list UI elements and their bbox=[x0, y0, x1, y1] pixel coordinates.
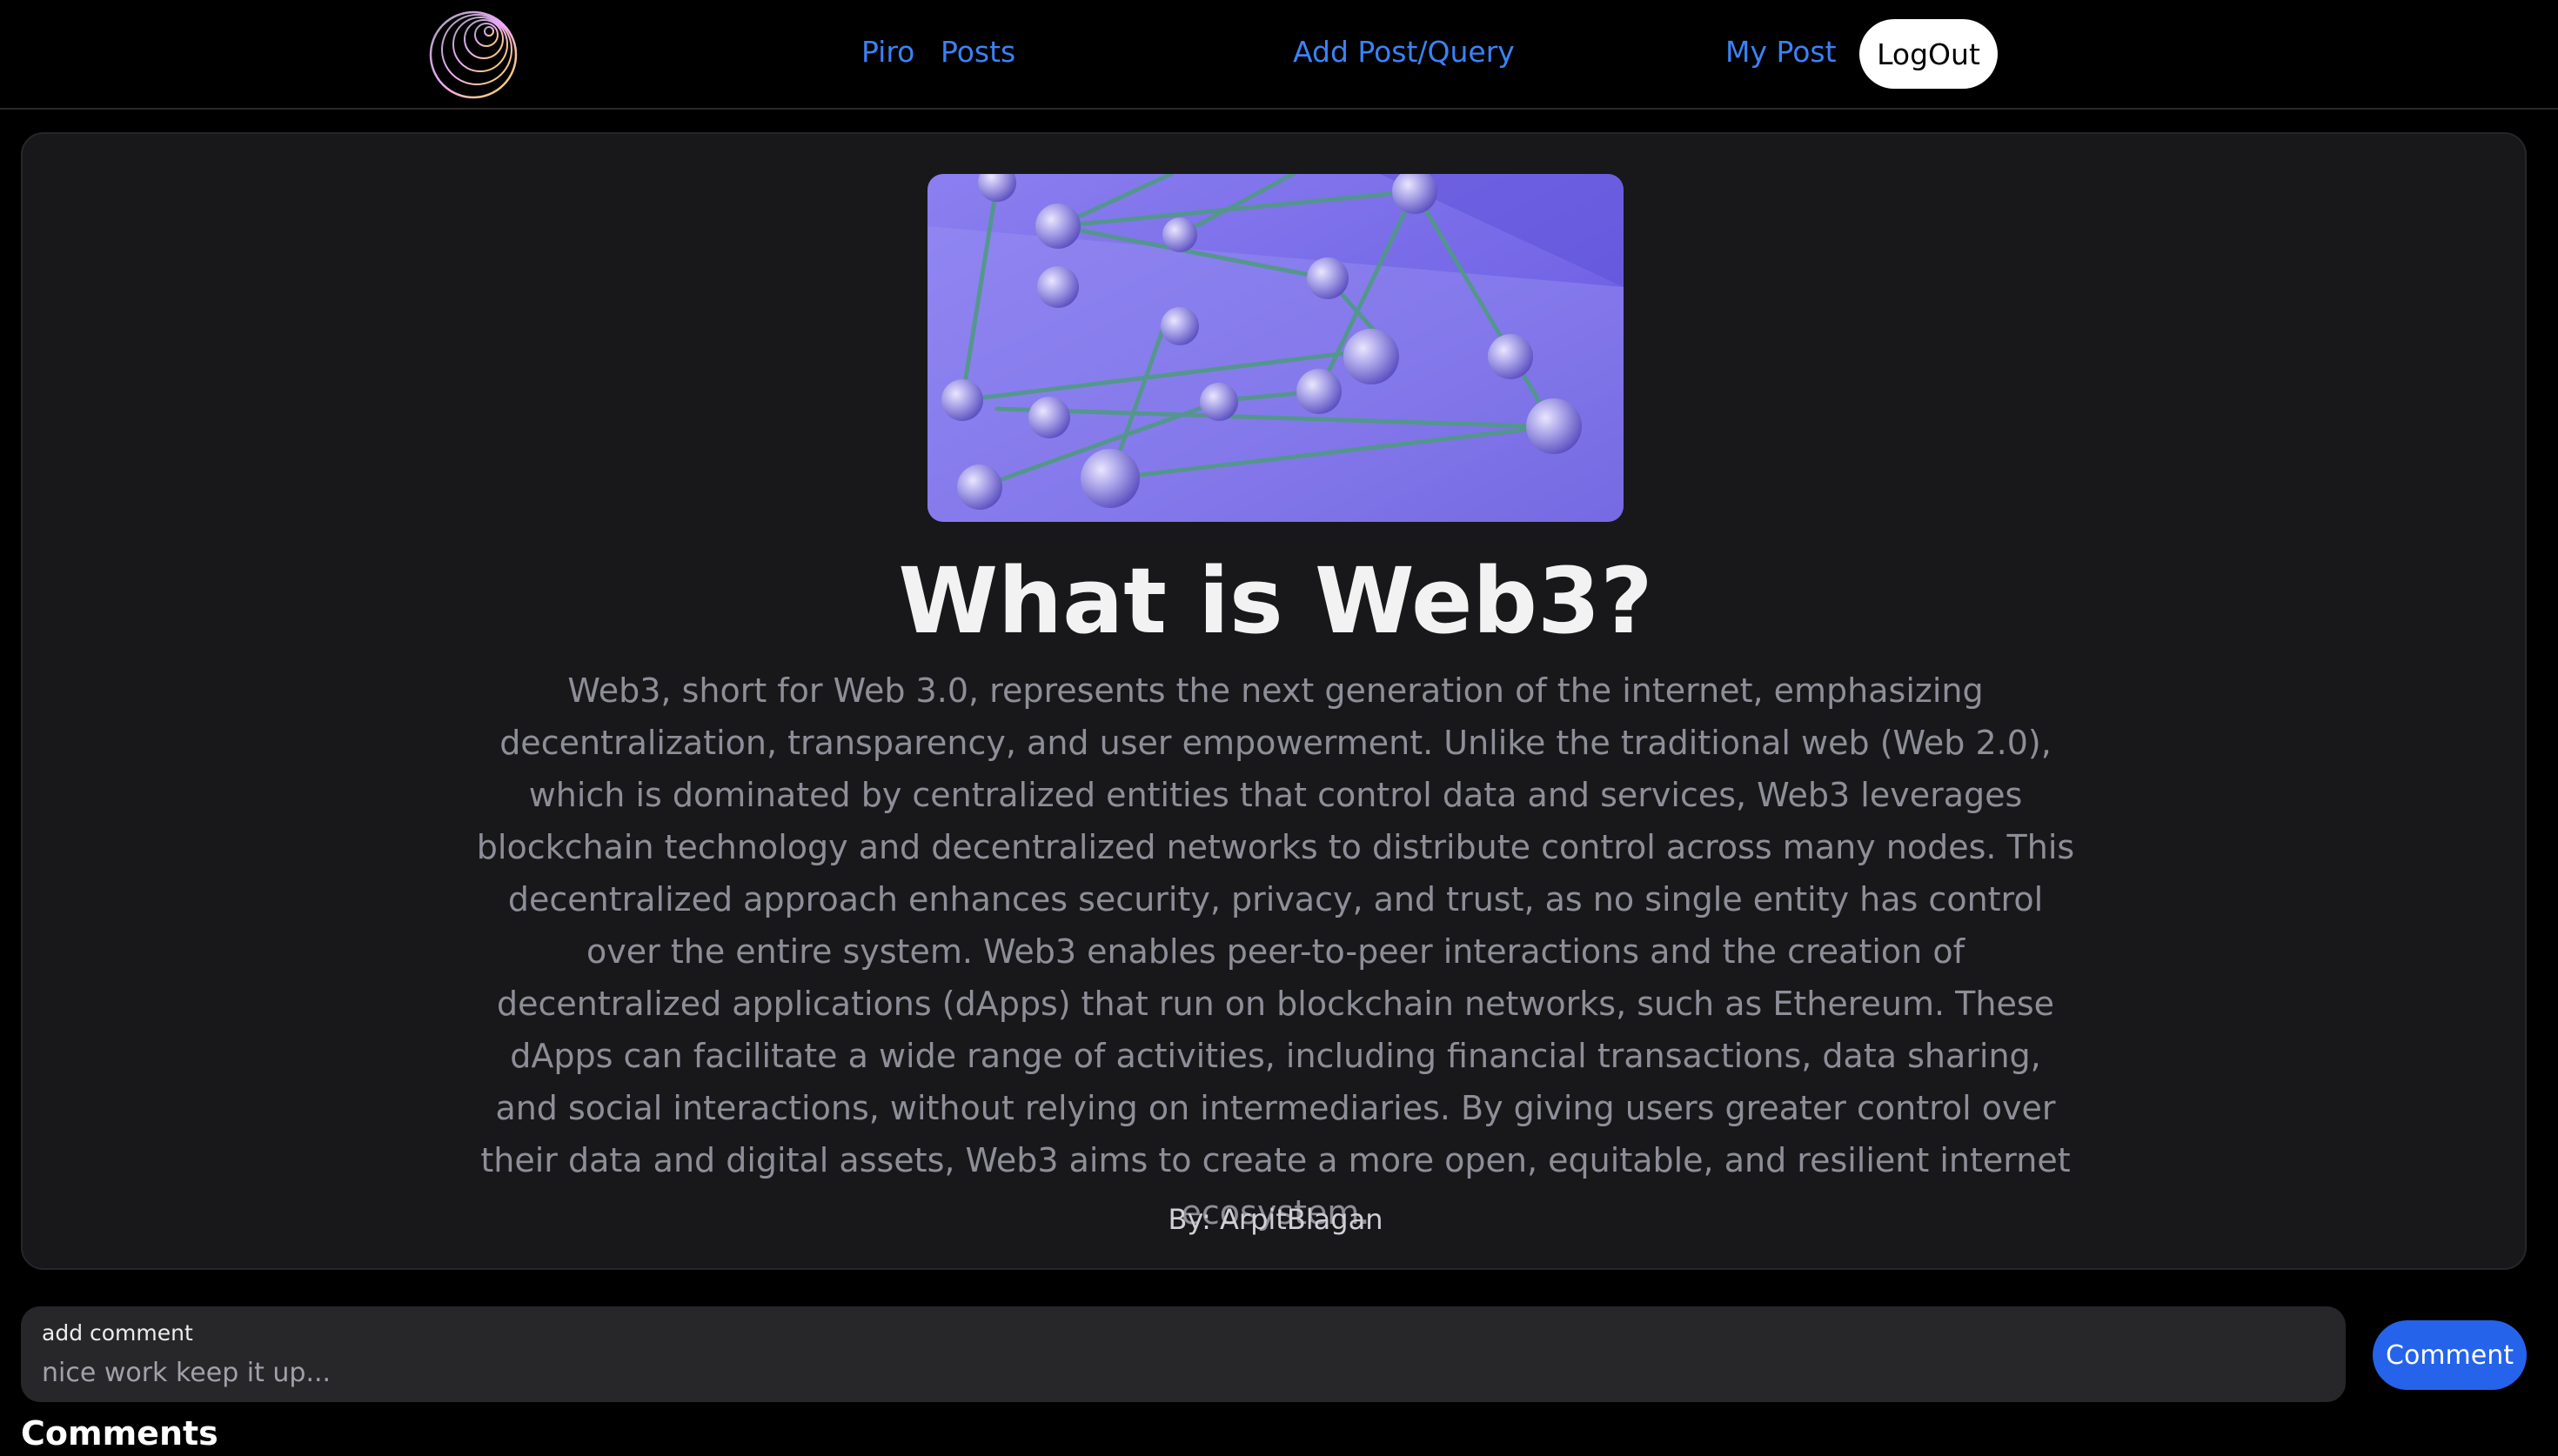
comment-label: add comment bbox=[42, 1320, 193, 1346]
post-author: By: ArpitBlagan bbox=[1168, 1203, 1383, 1236]
comment-input-container: add comment bbox=[21, 1306, 2346, 1402]
comment-submit-button[interactable]: Comment bbox=[2373, 1320, 2527, 1390]
comments-heading: Comments bbox=[21, 1414, 218, 1453]
comment-input[interactable] bbox=[42, 1353, 2304, 1392]
nav-link-posts[interactable]: Posts bbox=[941, 33, 1015, 71]
nav-link-add-post[interactable]: Add Post/Query bbox=[1293, 33, 1515, 71]
post-card: What is Web3? Web3, short for Web 3.0, r… bbox=[21, 132, 2527, 1270]
post-body: Web3, short for Web 3.0, represents the … bbox=[476, 671, 2075, 1232]
nav-link-piro[interactable]: Piro bbox=[861, 33, 914, 71]
network-nodes-illustration bbox=[927, 174, 1624, 522]
logout-button[interactable]: LogOut bbox=[1859, 19, 1998, 89]
top-navbar: Piro Posts Add Post/Query My Post LogOut bbox=[0, 0, 2558, 110]
globe-rings-icon[interactable] bbox=[428, 10, 519, 100]
nav-link-my-post[interactable]: My Post bbox=[1725, 33, 1837, 71]
post-title: What is Web3? bbox=[898, 548, 1653, 654]
post-cover-image bbox=[927, 174, 1624, 522]
